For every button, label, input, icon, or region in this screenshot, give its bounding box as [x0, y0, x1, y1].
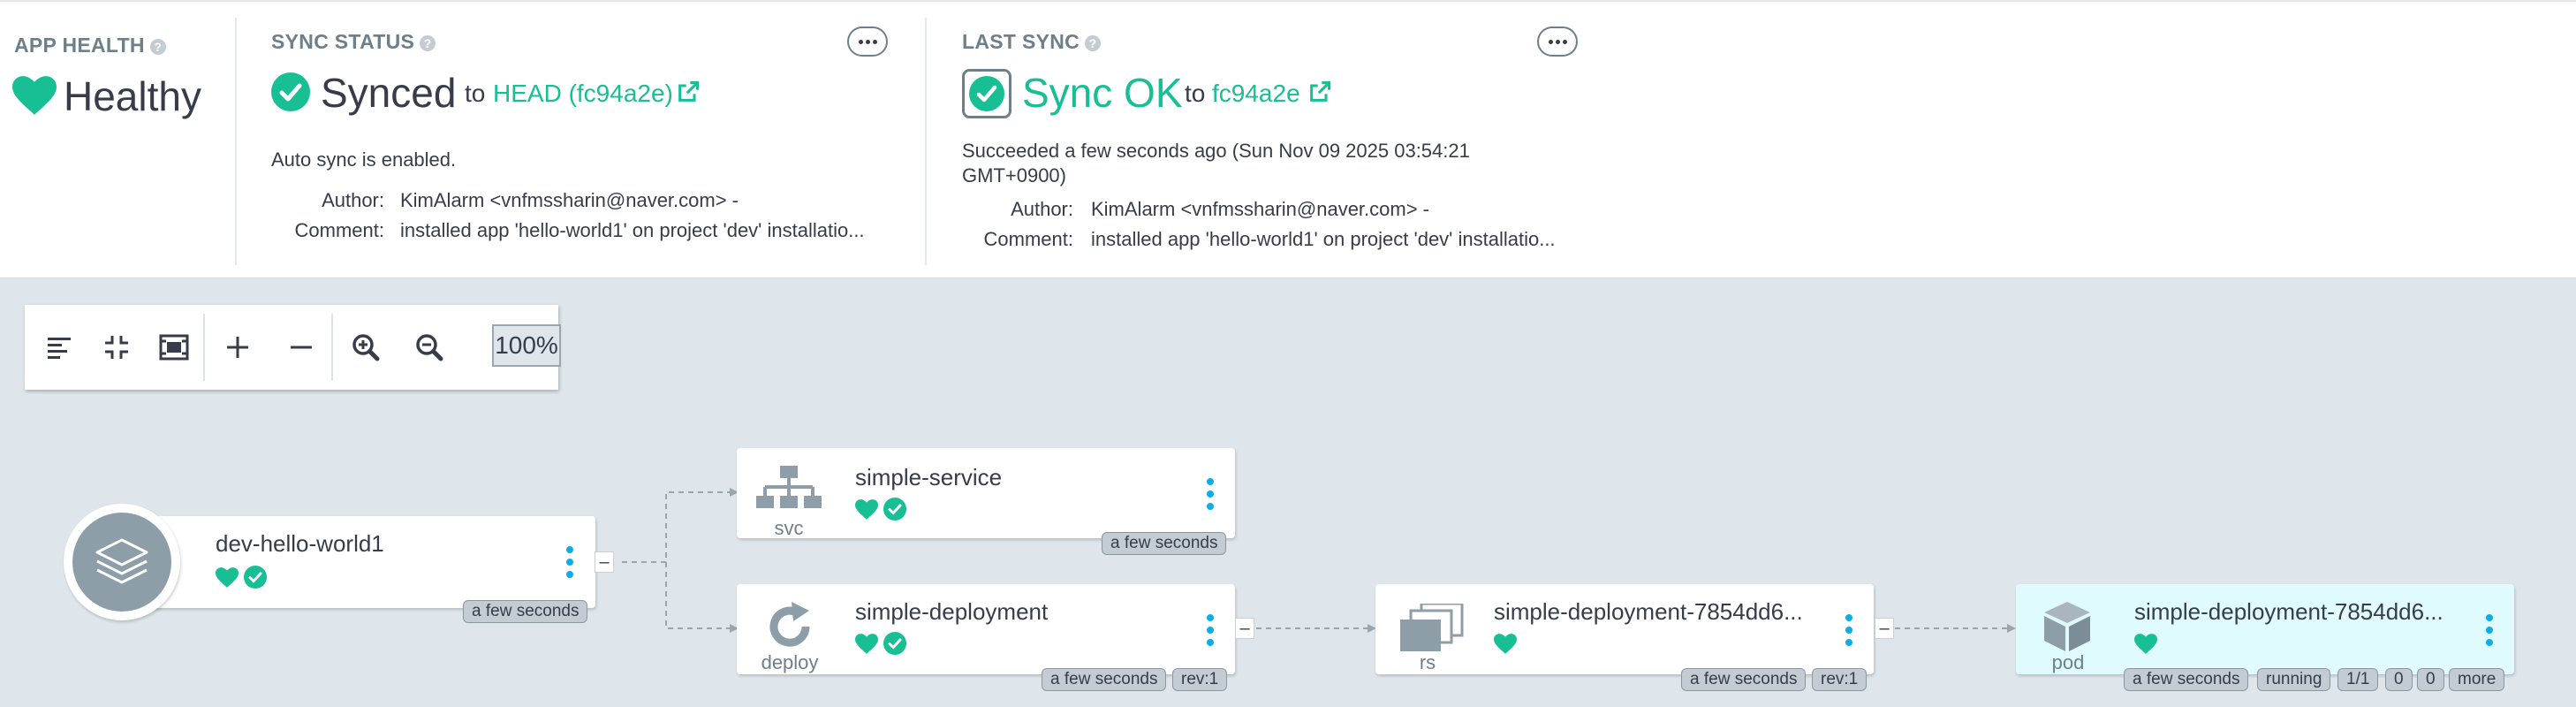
pod-more-button[interactable]: more [2449, 668, 2505, 691]
app-node-menu-icon[interactable] [565, 546, 574, 578]
app-node-name: dev-hello-world1 [216, 530, 384, 557]
copy-icon [1398, 602, 1464, 658]
app-node-collapse-button[interactable]: – [595, 551, 614, 573]
replicaset-node-name: simple-deployment-7854dd6... [1494, 598, 1803, 625]
replicaset-kind-label: rs [1419, 651, 1436, 673]
pod-kind-label: pod [2051, 651, 2085, 673]
refresh-icon [763, 600, 816, 658]
replicaset-collapse-button[interactable]: – [1875, 618, 1894, 639]
app-node-avatar [64, 504, 180, 620]
deployment-node-status [855, 632, 906, 659]
deployment-node[interactable]: deploy simple-deployment [737, 584, 1235, 674]
service-node-name: simple-service [855, 464, 1003, 490]
heart-icon [855, 498, 878, 524]
replicaset-node-menu-icon[interactable] [1845, 614, 1853, 646]
pod-state-badge: running [2257, 668, 2331, 691]
replicaset-rev-badge: rev:1 [1812, 668, 1868, 691]
pod-node-status [2134, 634, 2157, 658]
service-node-age-badge: a few seconds [1102, 532, 1227, 555]
heart-icon [1494, 634, 1517, 658]
service-kind-label: svc [774, 517, 804, 539]
check-circle-icon [883, 498, 906, 525]
deployment-collapse-button[interactable]: – [1235, 618, 1254, 639]
app-node-age-badge: a few seconds [463, 600, 588, 623]
replicaset-node[interactable]: rs simple-deployment-7854dd6... [1375, 584, 1874, 674]
app-node[interactable]: dev-hello-world1 [115, 516, 595, 608]
network-icon [756, 466, 822, 520]
pod-node-menu-icon[interactable] [2485, 614, 2494, 646]
check-circle-icon [244, 566, 267, 593]
deployment-node-menu-icon[interactable] [1206, 614, 1215, 646]
heart-icon [855, 633, 878, 658]
deployment-kind-label: deploy [761, 651, 819, 673]
deployment-node-name: simple-deployment [855, 598, 1049, 625]
pod-age-badge: a few seconds [2124, 668, 2249, 691]
pod-restarts-badge: 0 [2385, 668, 2413, 691]
replicaset-age-badge: a few seconds [1681, 668, 1807, 691]
service-node[interactable]: svc simple-service [737, 448, 1235, 539]
heart-icon [216, 566, 239, 592]
pod-extra-badge: 0 [2417, 668, 2444, 691]
deployment-age-badge: a few seconds [1042, 668, 1167, 691]
heart-icon [2134, 634, 2157, 658]
layers-icon [72, 513, 171, 612]
pod-node[interactable]: pod simple-deployment-7854dd6... [2016, 584, 2514, 674]
check-circle-icon [883, 632, 906, 659]
app-node-status [216, 566, 267, 593]
cube-icon [2041, 600, 2094, 658]
pod-ready-badge: 1/1 [2337, 668, 2379, 691]
service-node-status [855, 498, 906, 525]
edge-app-service [622, 491, 730, 563]
pod-node-name: simple-deployment-7854dd6... [2134, 598, 2443, 625]
deployment-rev-badge: rev:1 [1172, 668, 1228, 691]
replicaset-node-status [1494, 634, 1517, 658]
edge-app-deployment [665, 562, 730, 629]
service-node-menu-icon[interactable] [1206, 478, 1215, 510]
